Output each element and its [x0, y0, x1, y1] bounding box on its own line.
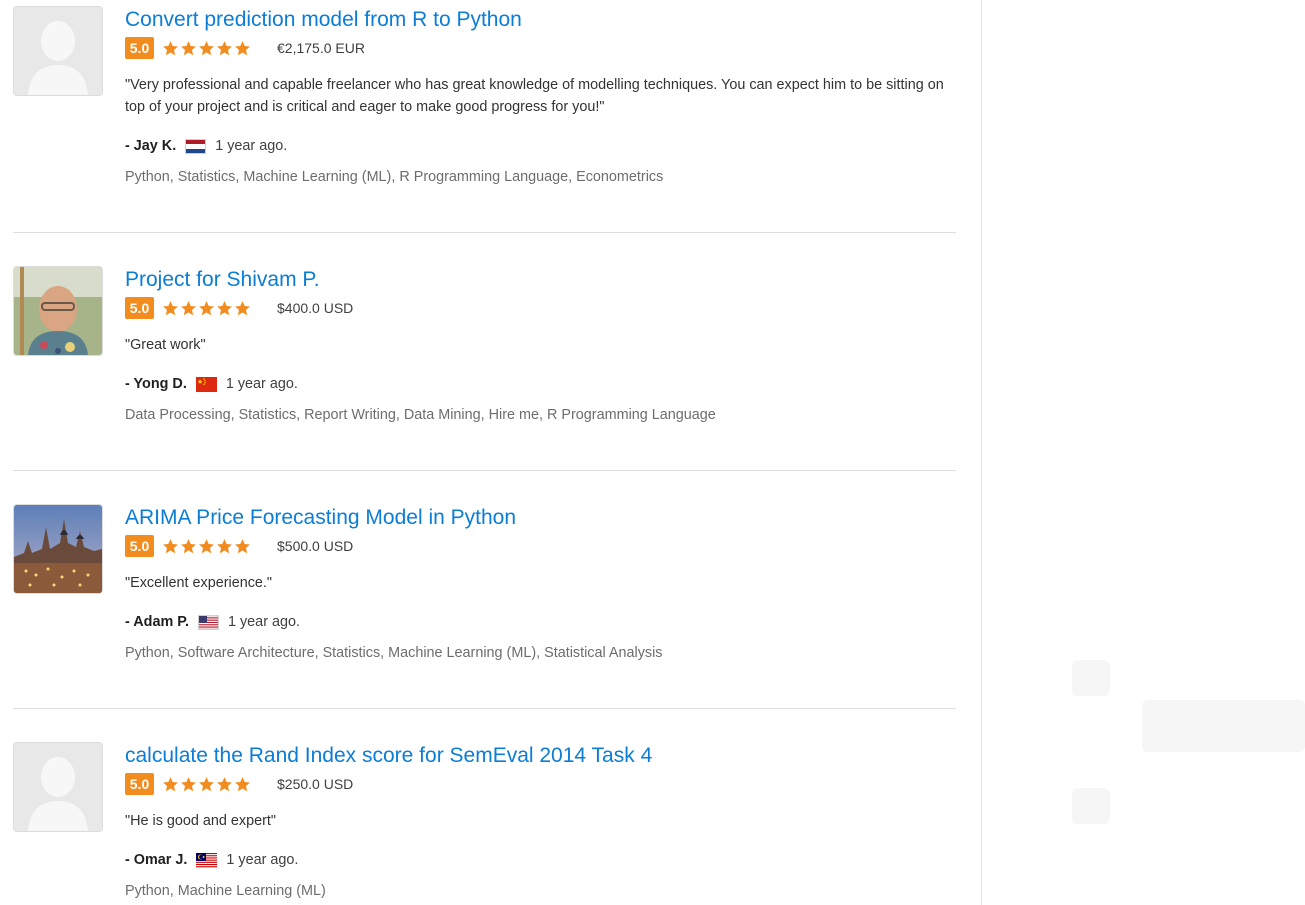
star-icon	[163, 776, 178, 791]
star-icon	[163, 40, 178, 55]
faded-placeholder	[1142, 700, 1305, 752]
star-rating	[162, 300, 252, 317]
reviewer-name: - Adam P.	[125, 614, 189, 630]
review-item: Convert prediction model from R to Pytho…	[13, 6, 956, 233]
faded-placeholder	[1072, 788, 1110, 824]
star-icon	[181, 776, 196, 791]
star-icon	[235, 40, 250, 55]
review-time: 1 year ago.	[215, 138, 288, 154]
reviewer-name: - Jay K.	[125, 138, 177, 154]
star-rating	[162, 40, 252, 57]
star-icon	[199, 300, 214, 315]
review-item: Project for Shivam P. 5.0 $400.0 USD "Gr…	[13, 266, 956, 471]
sidebar	[982, 0, 1305, 905]
review-quote: "Excellent experience."	[125, 575, 273, 591]
review-title-link[interactable]: Project for Shivam P.	[125, 267, 956, 293]
author-row: - Jay K. 1 year ago.	[125, 136, 956, 156]
usa-flag-icon	[197, 614, 219, 630]
star-icon	[181, 40, 196, 55]
reviewer-name: - Omar J.	[125, 852, 188, 868]
default-avatar-icon[interactable]	[13, 742, 103, 832]
rating-row: 5.0 $500.0 USD	[125, 534, 956, 558]
malaysia-flag-icon	[196, 852, 218, 868]
reviews-panel: Convert prediction model from R to Pytho…	[0, 0, 982, 905]
project-amount: €2,175.0 EUR	[277, 40, 365, 56]
star-rating	[162, 776, 252, 793]
default-avatar-icon[interactable]	[13, 6, 103, 96]
review-item: ARIMA Price Forecasting Model in Python …	[13, 504, 956, 709]
project-amount: $250.0 USD	[277, 776, 354, 792]
star-icon	[235, 300, 250, 315]
faded-placeholder	[1072, 660, 1110, 696]
china-flag-icon	[195, 376, 217, 392]
review-title-link[interactable]: Convert prediction model from R to Pytho…	[125, 7, 956, 33]
rating-row: 5.0 $250.0 USD	[125, 772, 956, 796]
user-photo-avatar[interactable]	[13, 266, 103, 356]
review-quote: "Very professional and capable freelance…	[125, 77, 944, 115]
skills-list: Python, Statistics, Machine Learning (ML…	[125, 169, 664, 185]
project-amount: $400.0 USD	[277, 300, 354, 316]
skills-list: Data Processing, Statistics, Report Writ…	[125, 407, 716, 423]
skills-list: Python, Software Architecture, Statistic…	[125, 645, 663, 661]
review-quote: "He is good and expert"	[125, 813, 277, 829]
author-row: - Yong D. 1 year ago.	[125, 374, 956, 394]
reviewer-name: - Yong D.	[125, 376, 187, 392]
star-icon	[217, 300, 232, 315]
rating-badge: 5.0	[125, 37, 154, 59]
rating-row: 5.0 $400.0 USD	[125, 296, 956, 320]
review-time: 1 year ago.	[227, 614, 300, 630]
star-icon	[181, 300, 196, 315]
star-icon	[199, 40, 214, 55]
author-row: - Omar J. 1 year ago.	[125, 850, 956, 870]
rating-badge: 5.0	[125, 297, 154, 319]
rating-row: 5.0 €2,175.0 EUR	[125, 36, 956, 60]
city-photo-avatar[interactable]	[13, 504, 103, 594]
star-icon	[181, 538, 196, 553]
author-row: - Adam P. 1 year ago.	[125, 612, 956, 632]
rating-badge: 5.0	[125, 535, 154, 557]
star-icon	[199, 538, 214, 553]
star-rating	[162, 538, 252, 555]
project-amount: $500.0 USD	[277, 538, 354, 554]
skills-list: Python, Machine Learning (ML)	[125, 883, 326, 899]
rating-badge: 5.0	[125, 773, 154, 795]
star-icon	[163, 300, 178, 315]
review-title-link[interactable]: ARIMA Price Forecasting Model in Python	[125, 505, 956, 531]
star-icon	[235, 538, 250, 553]
review-time: 1 year ago.	[226, 852, 299, 868]
star-icon	[217, 40, 232, 55]
review-title-link[interactable]: calculate the Rand Index score for SemEv…	[125, 743, 956, 769]
review-quote: "Great work"	[125, 337, 206, 353]
review-item: calculate the Rand Index score for SemEv…	[13, 742, 956, 905]
star-icon	[217, 776, 232, 791]
star-icon	[163, 538, 178, 553]
star-icon	[199, 776, 214, 791]
star-icon	[217, 538, 232, 553]
review-time: 1 year ago.	[225, 376, 298, 392]
netherlands-flag-icon	[185, 138, 207, 154]
star-icon	[235, 776, 250, 791]
